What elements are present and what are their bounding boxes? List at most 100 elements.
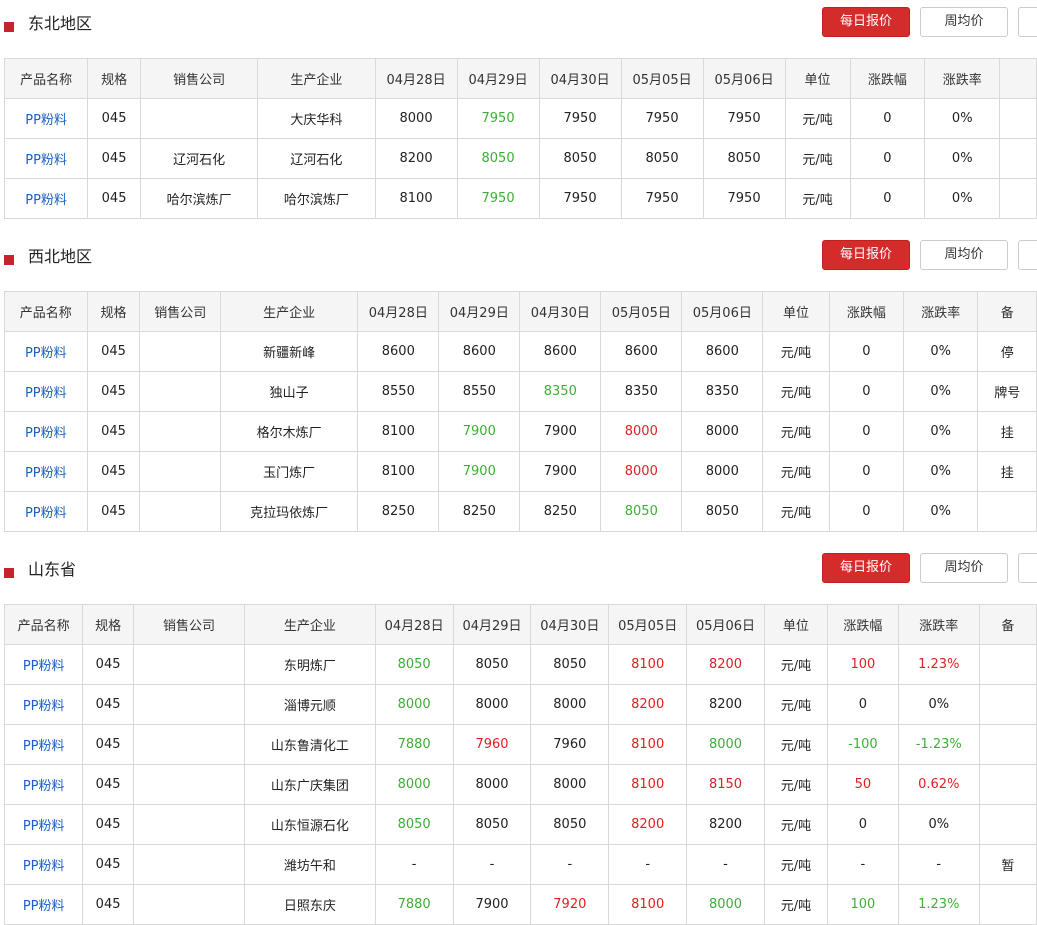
more-button[interactable]: [1018, 7, 1037, 37]
product-link[interactable]: PP粉料: [25, 466, 67, 481]
price-cell: 8050: [452, 644, 532, 685]
column-header: 05月06日: [681, 291, 764, 332]
note-cell: 挂: [977, 411, 1037, 452]
change-cell: 100: [826, 644, 899, 685]
column-header: 生产企业: [220, 291, 359, 332]
change-rate-cell: 0.62%: [897, 764, 980, 805]
price-cell: -: [608, 844, 688, 885]
product-cell: PP粉料: [3, 138, 89, 179]
change-rate-cell: 1.23%: [897, 644, 980, 685]
table-row: PP粉料 045 山东恒源石化 8050 8050 8050 8200 8200 元/吨 0 0%: [3, 804, 1037, 845]
product-link[interactable]: PP粉料: [25, 386, 67, 401]
change-rate-cell: -1.23%: [897, 724, 980, 765]
price-cell: 8100: [608, 764, 688, 805]
note-cell: [978, 644, 1037, 685]
more-button[interactable]: [1018, 240, 1037, 270]
daily-price-button[interactable]: 每日报价: [822, 553, 910, 583]
column-header: 备: [978, 604, 1037, 645]
note-cell: 牌号: [977, 371, 1037, 412]
section-header: 西北地区 每日报价 周均价: [0, 240, 1037, 280]
price-cell: 7920: [530, 884, 610, 925]
change-rate-cell: 0%: [897, 804, 980, 845]
change-cell: 100: [826, 884, 899, 925]
section-marker-icon: [4, 22, 14, 32]
change-cell: 0: [828, 451, 905, 492]
spec-cell: 045: [82, 644, 134, 685]
table-row: PP粉料 045 山东广庆集团 8000 8000 8000 8100 8150 元/吨 50 0.…: [3, 764, 1037, 805]
product-link[interactable]: PP粉料: [23, 659, 65, 674]
price-cell: 8100: [608, 644, 688, 685]
weekly-average-button[interactable]: 周均价: [920, 240, 1008, 270]
product-link[interactable]: PP粉料: [25, 113, 67, 128]
price-cell: 8050: [620, 138, 704, 179]
price-cell: 8250: [357, 491, 440, 532]
product-link[interactable]: PP粉料: [23, 779, 65, 794]
column-header: 涨跌率: [897, 604, 980, 645]
spec-cell: 045: [87, 138, 141, 179]
spec-cell: 045: [82, 884, 134, 925]
section-header: 山东省 每日报价 周均价: [0, 553, 1037, 593]
spec-cell: 045: [87, 98, 141, 139]
price-cell: 8350: [681, 371, 764, 412]
price-cell: 8250: [519, 491, 602, 532]
unit-cell: 元/吨: [784, 138, 851, 179]
product-cell: PP粉料: [3, 98, 89, 139]
producer-cell: 日照东庆: [244, 884, 376, 925]
change-rate-cell: 0%: [924, 138, 1001, 179]
product-link[interactable]: PP粉料: [23, 899, 65, 914]
product-cell: PP粉料: [3, 178, 89, 219]
product-link[interactable]: PP粉料: [25, 153, 67, 168]
change-cell: 50: [826, 764, 899, 805]
weekly-average-button[interactable]: 周均价: [920, 7, 1008, 37]
price-cell: 7900: [519, 411, 602, 452]
change-cell: 0: [849, 98, 926, 139]
product-link[interactable]: PP粉料: [23, 739, 65, 754]
price-cell: 8000: [374, 98, 458, 139]
unit-cell: 元/吨: [763, 844, 828, 885]
section-marker-icon: [4, 255, 14, 265]
price-cell: 8100: [357, 411, 440, 452]
table-row: PP粉料 045 日照东庆 7880 7900 7920 8100 8000 元/吨 100 1.2…: [3, 884, 1037, 925]
column-header: 05月06日: [702, 58, 786, 99]
section-title: 西北地区: [28, 247, 93, 266]
product-link[interactable]: PP粉料: [23, 819, 65, 834]
product-link[interactable]: PP粉料: [23, 859, 65, 874]
price-cell: 7960: [452, 724, 532, 765]
product-link[interactable]: PP粉料: [25, 506, 67, 521]
price-cell: 8600: [438, 331, 521, 372]
section-title: 东北地区: [28, 14, 93, 33]
daily-price-button[interactable]: 每日报价: [822, 240, 910, 270]
price-cell: 8550: [357, 371, 440, 412]
section-header: 东北地区 每日报价 周均价: [0, 7, 1037, 47]
price-cell: 8200: [608, 684, 688, 725]
daily-price-button[interactable]: 每日报价: [822, 7, 910, 37]
price-cell: 8000: [530, 684, 610, 725]
change-cell: 0: [828, 411, 905, 452]
column-header: 生产企业: [257, 58, 376, 99]
price-cell: 8350: [519, 371, 602, 412]
section-marker-icon: [4, 568, 14, 578]
product-cell: PP粉料: [4, 451, 88, 492]
change-rate-cell: -: [897, 844, 980, 885]
product-link[interactable]: PP粉料: [25, 426, 67, 441]
product-link[interactable]: PP粉料: [25, 193, 67, 208]
product-link[interactable]: PP粉料: [23, 699, 65, 714]
column-header: 销售公司: [139, 291, 222, 332]
table-row: PP粉料 045 玉门炼厂 8100 7900 7900 8000 8000 元/吨 0 0% 挂: [4, 451, 1037, 492]
column-header: 产品名称: [4, 291, 88, 332]
weekly-average-button[interactable]: 周均价: [920, 553, 1008, 583]
section-shandong: 山东省 每日报价 周均价: [0, 553, 1037, 593]
table-row: PP粉料 045 辽河石化 辽河石化 8200 8050 8050 8050 8050 元/吨 0 0…: [3, 138, 1037, 179]
price-cell: 8600: [357, 331, 440, 372]
price-cell: 8050: [600, 491, 683, 532]
note-cell: 停: [977, 331, 1037, 372]
price-cell: -: [374, 844, 454, 885]
product-link[interactable]: PP粉料: [25, 346, 67, 361]
column-header: 生产企业: [244, 604, 376, 645]
change-cell: 0: [828, 491, 905, 532]
column-header: 销售公司: [139, 58, 259, 99]
seller-cell: 辽河石化: [139, 138, 259, 179]
product-cell: PP粉料: [4, 331, 88, 372]
more-button[interactable]: [1018, 553, 1037, 583]
price-cell: 7880: [374, 884, 454, 925]
